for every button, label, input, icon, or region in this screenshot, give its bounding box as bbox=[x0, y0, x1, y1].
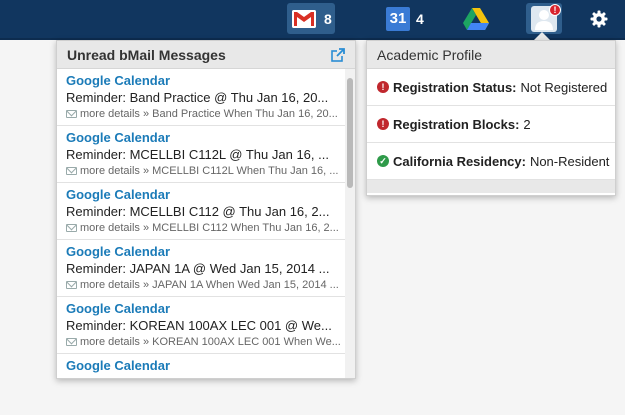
error-icon: ! bbox=[377, 118, 389, 130]
calendar-button[interactable]: 31 4 bbox=[386, 3, 426, 34]
gear-icon bbox=[590, 10, 608, 27]
envelope-icon bbox=[66, 167, 77, 175]
envelope-icon bbox=[66, 224, 77, 232]
list-item[interactable]: Google Calendar Reminder: MCELLBI C112 @… bbox=[57, 183, 347, 240]
message-details[interactable]: more details » KOREAN 100AX LEC 001 When… bbox=[66, 334, 347, 350]
message-sender[interactable]: Google Calendar bbox=[66, 73, 347, 89]
alert-badge: ! bbox=[549, 3, 561, 16]
message-sender[interactable]: Google Calendar bbox=[66, 301, 347, 317]
bmail-title: Unread bMail Messages bbox=[67, 46, 226, 63]
row-value: 2 bbox=[523, 116, 531, 132]
academic-title: Academic Profile bbox=[377, 46, 483, 63]
profile-panel-pointer bbox=[534, 32, 550, 40]
list-item[interactable]: Google Calendar Reminder: MCELLBI C112L … bbox=[57, 126, 347, 183]
google-drive-icon bbox=[463, 7, 489, 30]
registration-blocks-row: ! Registration Blocks: 2 bbox=[367, 106, 615, 143]
row-value: Non-Resident bbox=[529, 153, 610, 169]
row-value: Not Registered bbox=[520, 79, 608, 95]
message-sender[interactable]: Google Calendar bbox=[66, 187, 347, 203]
scrollbar-thumb[interactable] bbox=[347, 78, 353, 188]
settings-button[interactable] bbox=[590, 3, 608, 34]
envelope-icon bbox=[66, 338, 77, 346]
message-subject: Reminder: JAPAN 1A @ Wed Jan 15, 2014 ..… bbox=[66, 261, 330, 276]
list-item[interactable]: Google Calendar bbox=[57, 354, 347, 378]
message-details[interactable]: more details » Band Practice When Thu Ja… bbox=[66, 106, 347, 122]
message-subject: Reminder: MCELLBI C112 @ Thu Jan 16, 2..… bbox=[66, 204, 330, 219]
external-link-icon[interactable] bbox=[331, 47, 345, 62]
message-sender[interactable]: Google Calendar bbox=[66, 130, 347, 146]
academic-header: Academic Profile bbox=[367, 41, 615, 69]
row-label: Registration Status: bbox=[393, 79, 517, 95]
message-subject: Reminder: KOREAN 100AX LEC 001 @ We... bbox=[66, 318, 332, 333]
calendar-icon: 31 bbox=[386, 6, 410, 31]
profile-button[interactable]: ! bbox=[526, 3, 562, 34]
list-item[interactable]: Google Calendar Reminder: Band Practice … bbox=[57, 69, 347, 126]
message-details[interactable]: more details » MCELLBI C112 When Thu Jan… bbox=[66, 220, 347, 236]
calendar-count: 4 bbox=[416, 10, 424, 27]
check-icon: ✓ bbox=[377, 155, 389, 167]
message-subject: Reminder: Band Practice @ Thu Jan 16, 20… bbox=[66, 90, 329, 105]
drive-button[interactable] bbox=[463, 3, 489, 34]
list-item[interactable]: Google Calendar Reminder: JAPAN 1A @ Wed… bbox=[57, 240, 347, 297]
message-sender[interactable]: Google Calendar bbox=[66, 244, 347, 260]
message-details[interactable]: more details » MCELLBI C112L When Thu Ja… bbox=[66, 163, 347, 179]
california-residency-row: ✓ California Residency: Non-Resident bbox=[367, 143, 615, 180]
message-details[interactable]: more details » JAPAN 1A When Wed Jan 15,… bbox=[66, 277, 347, 293]
row-label: Registration Blocks: bbox=[393, 116, 520, 132]
list-item[interactable]: Google Calendar Reminder: KOREAN 100AX L… bbox=[57, 297, 347, 354]
envelope-icon bbox=[66, 110, 77, 118]
message-sender[interactable]: Google Calendar bbox=[66, 358, 347, 374]
envelope-icon bbox=[66, 281, 77, 289]
row-label: California Residency: bbox=[393, 153, 526, 169]
mail-count: 8 bbox=[324, 10, 332, 27]
registration-status-row: ! Registration Status: Not Registered bbox=[367, 69, 615, 106]
academic-profile-panel: Academic Profile ! Registration Status: … bbox=[366, 40, 616, 196]
academic-footer bbox=[367, 180, 615, 193]
gmail-icon bbox=[292, 9, 316, 28]
mail-button[interactable]: 8 bbox=[287, 3, 335, 34]
error-icon: ! bbox=[377, 81, 389, 93]
message-subject: Reminder: MCELLBI C112L @ Thu Jan 16, ..… bbox=[66, 147, 329, 162]
message-list: Google Calendar Reminder: Band Practice … bbox=[57, 69, 347, 378]
bmail-header: Unread bMail Messages bbox=[57, 41, 355, 69]
user-icon: ! bbox=[531, 3, 561, 32]
bmail-panel: Unread bMail Messages Google Calendar Re… bbox=[56, 40, 356, 379]
